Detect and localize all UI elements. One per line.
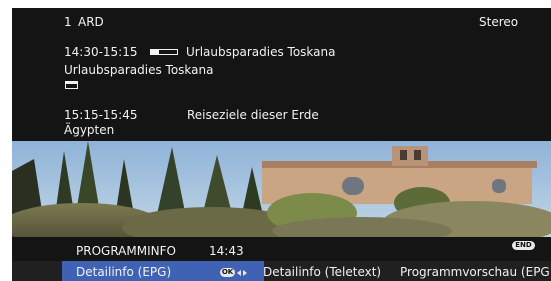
progress-fill [151, 50, 159, 54]
clock: 14:43 [209, 244, 244, 258]
screen: 1 ARD Stereo 14:30-15:15 Urlaubsparadies… [0, 0, 551, 281]
subtitle-icon [65, 81, 78, 89]
next-program-subtitle: Ägypten [64, 123, 115, 137]
current-program-progress-bar [150, 49, 178, 55]
current-program-subtitle: Urlaubsparadies Toskana [64, 63, 214, 77]
menu-header: PROGRAMMINFO 14:43 END [12, 237, 551, 261]
current-program-time: 14:30-15:15 [64, 45, 138, 59]
next-program-title: Reiseziele dieser Erde [187, 108, 319, 122]
channel-number: 1 [64, 15, 72, 29]
end-button[interactable]: END [512, 241, 535, 250]
channel-name: ARD [78, 15, 104, 29]
program-info-panel: 1 ARD Stereo 14:30-15:15 Urlaubsparadies… [12, 8, 551, 141]
current-program-title: Urlaubsparadies Toskana [186, 45, 336, 59]
ok-navigation-hint: OK [220, 268, 247, 277]
ok-button[interactable]: OK [220, 268, 235, 277]
arrow-left-icon [237, 269, 241, 276]
audio-mode: Stereo [479, 15, 519, 29]
next-program-time: 15:15-15:45 [64, 108, 138, 122]
tab-detailinfo-teletext[interactable]: Detailinfo (Teletext) [263, 265, 381, 279]
tv-broadcast-image [12, 141, 551, 237]
tv-frame: 1 ARD Stereo 14:30-15:15 Urlaubsparadies… [12, 8, 551, 281]
menu-title: PROGRAMMINFO [76, 244, 176, 258]
tab-programmvorschau-epg[interactable]: Programmvorschau (EPG) [400, 265, 551, 279]
arrow-right-icon [243, 269, 247, 276]
programminfo-menu: PROGRAMMINFO 14:43 END Detailinfo (EPG) … [12, 237, 551, 281]
tab-detailinfo-epg[interactable]: Detailinfo (EPG) [76, 265, 171, 279]
